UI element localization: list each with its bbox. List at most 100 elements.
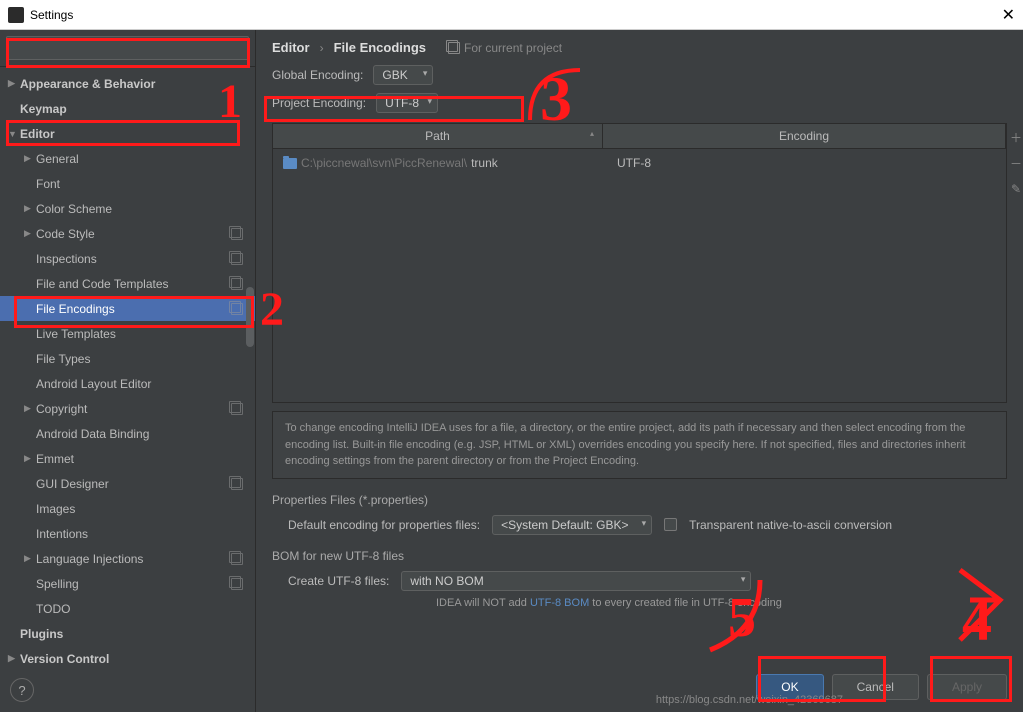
sidebar-item-copyright[interactable]: ▶ Copyright <box>0 396 255 421</box>
sidebar-item-label: Inspections <box>36 252 97 266</box>
sidebar-item-label: Keymap <box>20 102 67 116</box>
sidebar-item-label: Android Data Binding <box>36 427 149 441</box>
sidebar-item-font[interactable]: Font <box>0 171 255 196</box>
edit-button[interactable]: ✎ <box>1006 176 1023 202</box>
sidebar-item-label: Code Style <box>36 227 95 241</box>
copy-icon <box>231 553 243 565</box>
table-row[interactable]: C:\piccnewal\svn\PiccRenewal\trunkUTF-8 <box>277 153 1002 173</box>
folder-icon <box>283 158 297 169</box>
project-encoding-label: Project Encoding: <box>272 96 366 110</box>
copy-icon <box>231 403 243 415</box>
apply-button[interactable]: Apply <box>927 674 1007 700</box>
breadcrumb-root[interactable]: Editor <box>272 40 310 55</box>
sidebar-item-label: Emmet <box>36 452 74 466</box>
titlebar: Settings ✕ <box>0 0 1023 30</box>
transparent-checkbox[interactable] <box>664 518 677 531</box>
sidebar-item-intentions[interactable]: Intentions <box>0 521 255 546</box>
sidebar-item-label: Version Control <box>20 652 109 666</box>
sidebar-item-android-data-binding[interactable]: Android Data Binding <box>0 421 255 446</box>
app-icon <box>8 7 24 23</box>
add-button[interactable]: ＋ <box>1006 124 1023 150</box>
sidebar-item-appearance-behavior[interactable]: ▶Appearance & Behavior <box>0 71 255 96</box>
global-encoding-label: Global Encoding: <box>272 68 363 82</box>
sidebar-item-spelling[interactable]: Spelling <box>0 571 255 596</box>
sidebar-item-android-layout-editor[interactable]: Android Layout Editor <box>0 371 255 396</box>
default-props-encoding-label: Default encoding for properties files: <box>288 518 480 532</box>
sidebar-item-general[interactable]: ▶ General <box>0 146 255 171</box>
sidebar-item-label: Spelling <box>36 577 79 591</box>
sidebar-item-file-types[interactable]: File Types <box>0 346 255 371</box>
sidebar-item-keymap[interactable]: Keymap <box>0 96 255 121</box>
sidebar: ▾ ▶Appearance & BehaviorKeymap▼Editor▶Ge… <box>0 30 256 712</box>
sidebar-item-live-templates[interactable]: Live Templates <box>0 321 255 346</box>
sidebar-item-label: GUI Designer <box>36 477 109 491</box>
chevron-right-icon: › <box>320 41 324 55</box>
encoding-column-header[interactable]: Encoding <box>603 124 1006 148</box>
sidebar-item-label: Intentions <box>36 527 88 541</box>
remove-button[interactable]: － <box>1006 150 1023 176</box>
create-utf8-dropdown[interactable]: with NO BOM <box>401 571 751 591</box>
sidebar-item-label: File Encodings <box>36 302 115 316</box>
main-panel: Editor › File Encodings For current proj… <box>256 30 1023 712</box>
global-encoding-dropdown[interactable]: GBK <box>373 65 433 85</box>
tree-arrow-icon: ▶ <box>24 453 31 464</box>
sidebar-item-version-control[interactable]: ▶ Version Control <box>0 646 255 671</box>
properties-section-label: Properties Files (*.properties) <box>256 483 1023 511</box>
sidebar-item-inspections[interactable]: Inspections <box>0 246 255 271</box>
default-props-encoding-dropdown[interactable]: <System Default: GBK> <box>492 515 652 535</box>
utf8-bom-link[interactable]: UTF-8 BOM <box>530 597 589 609</box>
current-project-badge: For current project <box>448 41 562 55</box>
tree-arrow-icon: ▶ <box>24 403 31 414</box>
sidebar-item-file-encodings[interactable]: File Encodings <box>0 296 255 321</box>
copy-icon <box>231 578 243 590</box>
sidebar-item-file-and-code-templates[interactable]: File and Code Templates <box>0 271 255 296</box>
copy-icon <box>231 303 243 315</box>
sidebar-item-todo[interactable]: TODO <box>0 596 255 621</box>
settings-tree[interactable]: ▶Appearance & Behavior Keymap ▼Editor ▶ Gene… <box>0 67 255 712</box>
tree-arrow-icon: ▼ <box>8 129 17 139</box>
tree-arrow-icon: ▶ <box>24 153 31 164</box>
search-input[interactable] <box>6 36 249 60</box>
sidebar-item-plugins[interactable]: Plugins <box>0 621 255 646</box>
sidebar-item-color-scheme[interactable]: ▶ Color Scheme <box>0 196 255 221</box>
bom-hint: IDEA will NOT add UTF-8 BOM to every cre… <box>256 595 1023 617</box>
sidebar-item-label: Editor <box>20 127 55 141</box>
sidebar-item-language-injections[interactable]: ▶Language Injections <box>0 546 255 571</box>
sidebar-item-label: Copyright <box>36 402 87 416</box>
copy-icon <box>231 253 243 265</box>
scrollbar-thumb[interactable] <box>246 287 254 347</box>
watermark: https://blog.csdn.net/weixin_42369687 <box>656 694 843 706</box>
close-icon[interactable]: ✕ <box>1002 5 1015 25</box>
tree-arrow-icon: ▶ <box>24 228 31 239</box>
sidebar-item-images[interactable]: Images <box>0 496 255 521</box>
tree-arrow-icon: ▶ <box>8 653 15 664</box>
tree-arrow-icon: ▶ <box>24 203 31 214</box>
window-title: Settings <box>30 8 73 22</box>
bom-section-label: BOM for new UTF-8 files <box>256 539 1023 567</box>
explain-text: To change encoding IntelliJ IDEA uses fo… <box>272 411 1007 479</box>
sidebar-item-label: Images <box>36 502 75 516</box>
sidebar-item-code-style[interactable]: ▶ Code Style <box>0 221 255 246</box>
sidebar-item-emmet[interactable]: ▶ Emmet <box>0 446 255 471</box>
path-column-header[interactable]: Path <box>273 124 603 148</box>
cancel-button[interactable]: Cancel <box>832 674 919 700</box>
create-utf8-label: Create UTF-8 files: <box>288 574 389 588</box>
sidebar-item-editor[interactable]: ▼Editor <box>0 121 255 146</box>
sidebar-item-label: Color Scheme <box>36 202 112 216</box>
sidebar-item-label: TODO <box>36 602 70 616</box>
sidebar-item-label: Android Layout Editor <box>36 377 151 391</box>
copy-icon <box>231 478 243 490</box>
encoding-table: Path Encoding C:\piccnewal\svn\PiccRenew… <box>272 123 1007 403</box>
help-button[interactable]: ? <box>10 678 34 702</box>
copy-icon <box>231 278 243 290</box>
sidebar-item-gui-designer[interactable]: GUI Designer <box>0 471 255 496</box>
project-encoding-dropdown[interactable]: UTF-8 <box>376 93 438 113</box>
sidebar-item-label: General <box>36 152 79 166</box>
breadcrumb: Editor › File Encodings For current proj… <box>256 30 1023 61</box>
sidebar-item-label: File Types <box>36 352 90 366</box>
sidebar-item-label: Live Templates <box>36 327 116 341</box>
copy-icon <box>448 42 460 54</box>
tree-arrow-icon: ▶ <box>8 78 15 89</box>
breadcrumb-leaf: File Encodings <box>334 40 426 55</box>
copy-icon <box>231 228 243 240</box>
